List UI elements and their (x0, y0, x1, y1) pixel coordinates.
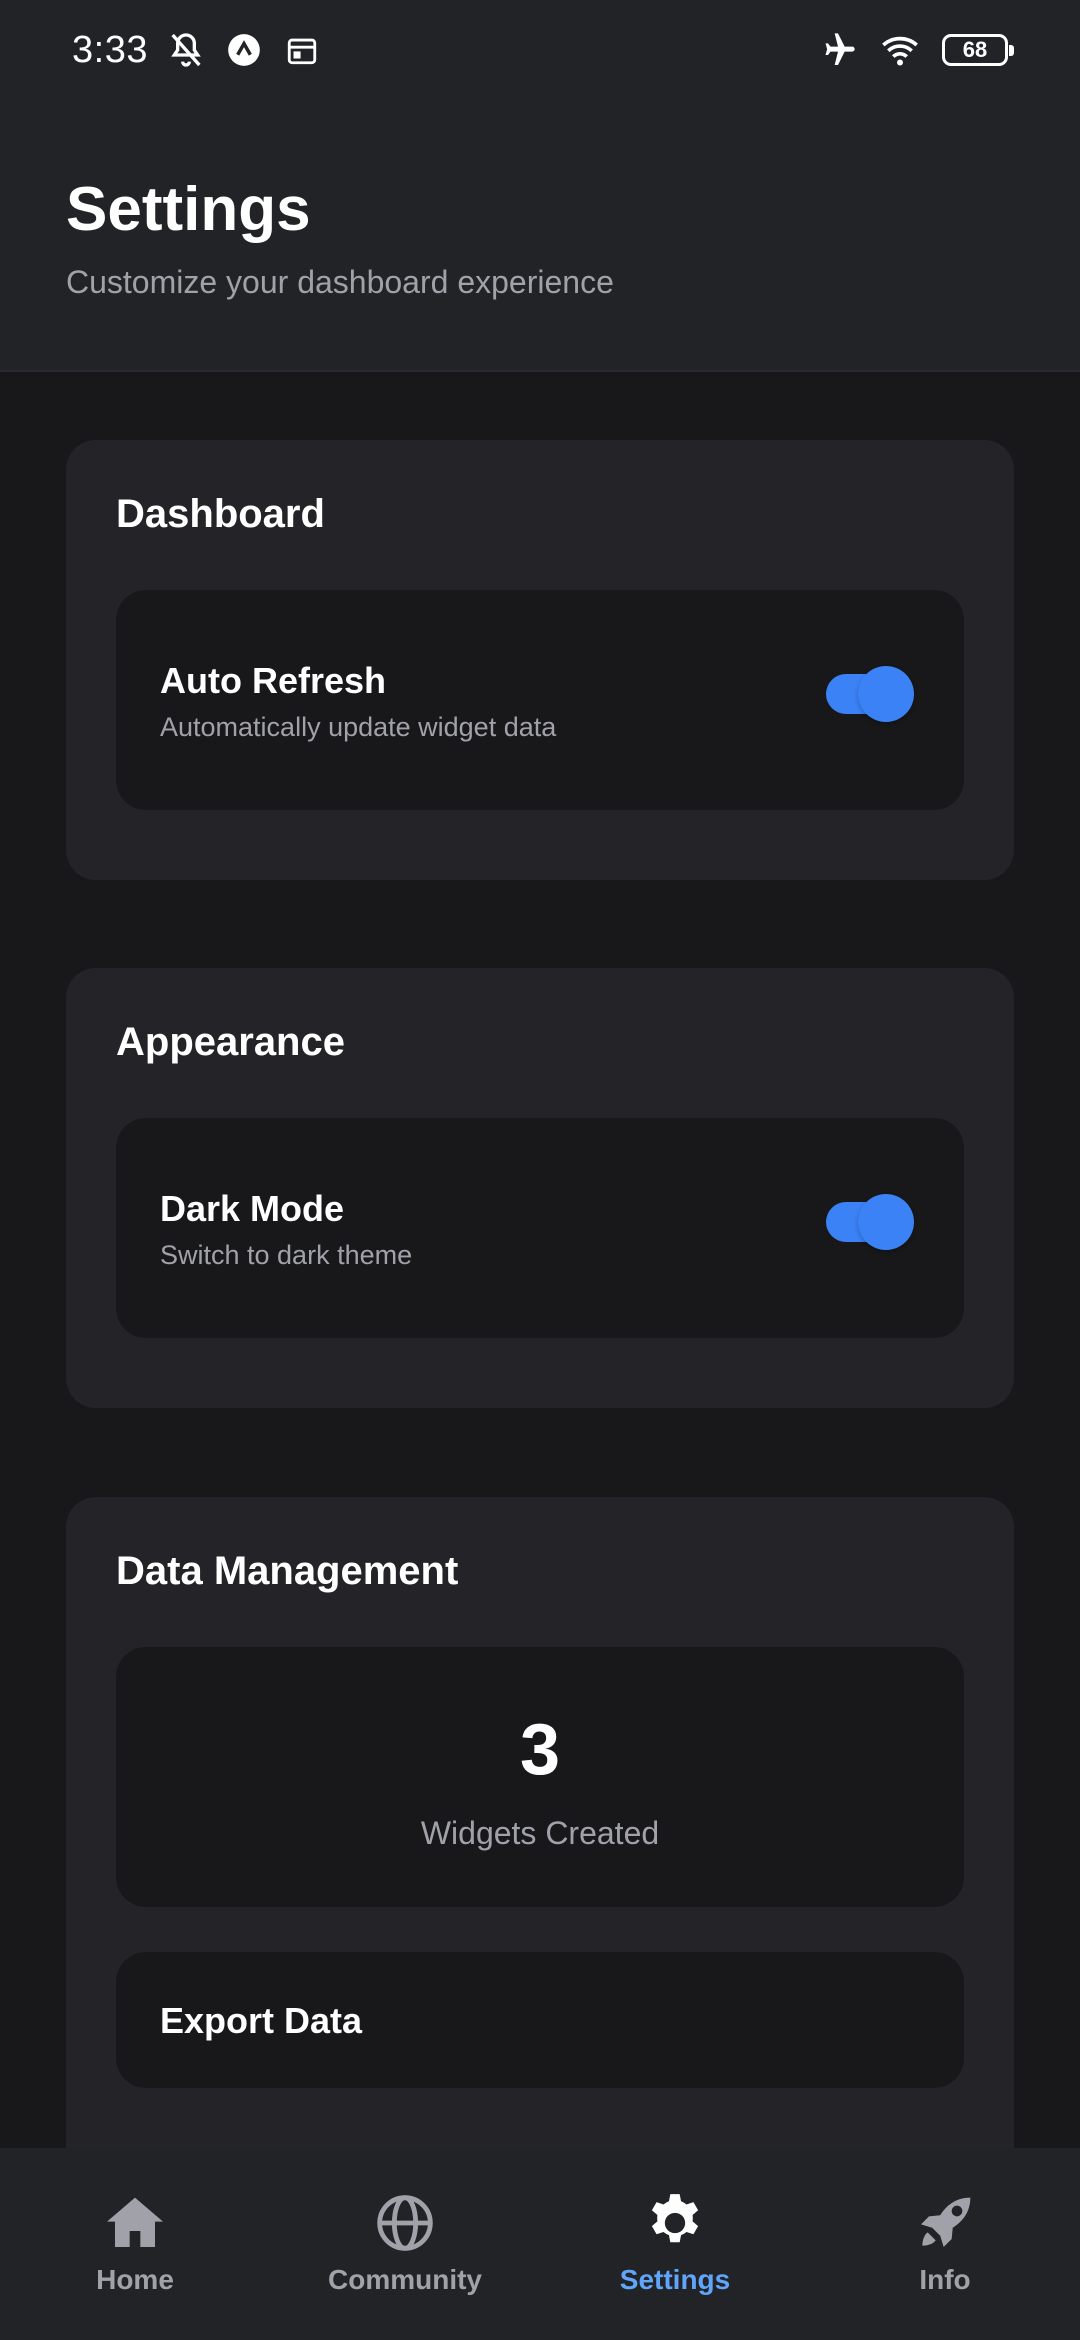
calendar-icon (282, 30, 322, 70)
auto-refresh-description: Automatically update widget data (160, 712, 557, 742)
appearance-section-title: Appearance (116, 1020, 345, 1064)
page-title: Settings (66, 175, 311, 244)
nav-label-settings: Settings (619, 2264, 731, 2295)
nav-item-settings[interactable]: Settings (540, 2148, 810, 2340)
data-management-section-title: Data Management (116, 1549, 459, 1593)
dark-mode-toggle[interactable] (826, 1194, 914, 1250)
nav-label-info: Info (919, 2264, 971, 2295)
gear-icon (642, 2190, 708, 2256)
dark-mode-row[interactable]: Dark Mode Switch to dark theme (116, 1118, 964, 1338)
auto-refresh-toggle-knob (858, 666, 914, 722)
dashboard-section-card: Dashboard Auto Refresh Automatically upd… (66, 440, 1014, 880)
export-data-button[interactable]: Export Data (116, 1952, 964, 2088)
dark-mode-description: Switch to dark theme (160, 1240, 413, 1270)
page-header: Settings Customize your dashboard experi… (0, 100, 1080, 372)
widgets-stat-panel: 3 Widgets Created (116, 1647, 964, 1907)
settings-screen: 3:33 68 Settings Customize your dashboar… (0, 0, 1080, 2340)
nav-item-info[interactable]: Info (810, 2148, 1080, 2340)
data-management-section-card: Data Management 3 Widgets Created Export… (66, 1497, 1014, 2177)
auto-refresh-label: Auto Refresh (160, 660, 387, 701)
export-data-label: Export Data (160, 2000, 363, 2041)
nav-label-community: Community (328, 2264, 482, 2295)
battery-icon: 68 (942, 34, 1014, 66)
globe-icon (372, 2190, 438, 2256)
status-bar: 3:33 68 (0, 0, 1080, 100)
airplane-mode-icon (818, 30, 858, 70)
dashboard-section-title: Dashboard (116, 492, 325, 536)
status-bar-left: 3:33 (72, 29, 322, 72)
auto-refresh-row[interactable]: Auto Refresh Automatically update widget… (116, 590, 964, 810)
rocket-icon (912, 2190, 978, 2256)
dark-mode-label: Dark Mode (160, 1188, 345, 1229)
home-icon (102, 2190, 168, 2256)
appearance-section-card: Appearance Dark Mode Switch to dark them… (66, 968, 1014, 1408)
status-time: 3:33 (72, 28, 148, 71)
nav-item-home[interactable]: Home (0, 2148, 270, 2340)
nav-item-community[interactable]: Community (270, 2148, 540, 2340)
nav-label-home: Home (96, 2264, 174, 2295)
widgets-count: 3 (519, 1710, 561, 1790)
widgets-count-label: Widgets Created (420, 1815, 660, 1851)
app-notification-icon (224, 30, 264, 70)
dark-mode-toggle-knob (858, 1194, 914, 1250)
wifi-icon (880, 30, 920, 70)
bottom-navigation: Home Community Settings Info (0, 2148, 1080, 2340)
auto-refresh-toggle[interactable] (826, 666, 914, 722)
muted-bell-icon (166, 30, 206, 70)
status-bar-right: 68 (818, 30, 1014, 70)
page-subtitle: Customize your dashboard experience (66, 264, 614, 300)
